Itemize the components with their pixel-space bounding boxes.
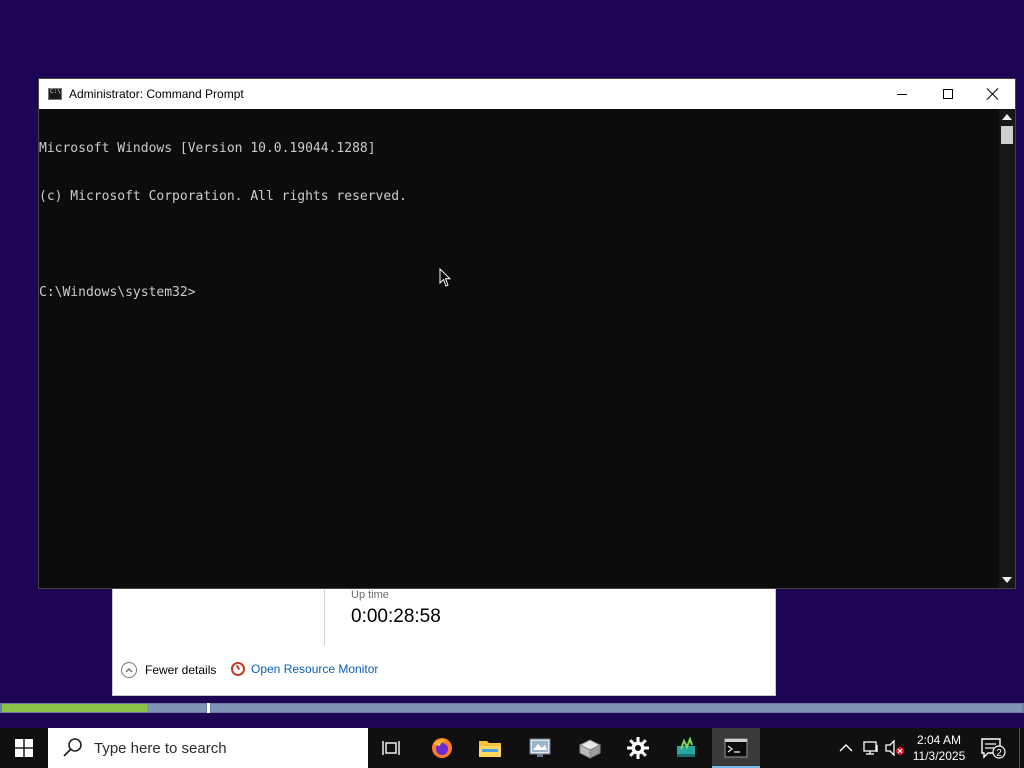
windows-logo-icon (15, 739, 33, 757)
vm-manager-taskbar-button[interactable] (516, 728, 564, 768)
action-center-button[interactable]: 2 (978, 728, 1008, 768)
search-placeholder: Type here to search (94, 739, 227, 757)
settings-gear-icon (627, 737, 649, 759)
panel-divider (324, 589, 325, 645)
command-prompt-window[interactable]: Administrator: Command Prompt Microsoft … (38, 78, 1016, 589)
arrow-down-icon (1002, 577, 1012, 583)
resource-monitor-icon (231, 662, 245, 676)
volume-muted-icon (885, 740, 904, 756)
start-button[interactable] (0, 728, 48, 768)
notification-icon: 2 (981, 738, 1006, 759)
console-line: (c) Microsoft Corporation. All rights re… (39, 189, 407, 204)
package-taskbar-button[interactable] (566, 728, 614, 768)
arrow-up-icon (1002, 114, 1012, 120)
open-resource-monitor-link[interactable]: Open Resource Monitor (231, 662, 378, 676)
scroll-up-button[interactable] (999, 109, 1015, 125)
task-view-button[interactable] (368, 728, 416, 768)
vm-manager-icon (529, 738, 551, 757)
task-view-icon (382, 741, 400, 755)
settings-taskbar-button[interactable] (614, 728, 662, 768)
clock-date: 11/3/2025 (912, 749, 966, 763)
firefox-taskbar-button[interactable] (418, 728, 466, 768)
task-manager-footer: Fewer details Open Resource Monitor (113, 659, 775, 685)
search-icon (62, 737, 84, 759)
progress-gap (207, 703, 210, 713)
title-bar[interactable]: Administrator: Command Prompt (39, 79, 1015, 109)
clock-time: 2:04 AM (916, 733, 962, 747)
volume-button[interactable] (884, 728, 906, 768)
open-resource-monitor-label: Open Resource Monitor (251, 662, 379, 676)
show-desktop-button[interactable] (1019, 728, 1020, 768)
progress-fill (2, 704, 147, 712)
uptime-label: Up time (351, 589, 389, 601)
console-line: Microsoft Windows [Version 10.0.19044.12… (39, 141, 376, 156)
fewer-details-label: Fewer details (145, 663, 217, 677)
scroll-down-button[interactable] (999, 572, 1015, 588)
maximize-button[interactable] (925, 79, 971, 109)
package-icon (578, 739, 602, 759)
task-manager-window: Up time 0:00:28:58 Fewer details Open Re… (112, 588, 776, 696)
close-icon (987, 88, 999, 100)
close-button[interactable] (970, 79, 1016, 109)
maximize-icon (943, 89, 953, 99)
command-prompt-taskbar-button[interactable] (712, 728, 760, 768)
taskbar: Type here to search 2:04 AM 11/3/2025 2 (0, 728, 1024, 768)
window-title: Administrator: Command Prompt (69, 87, 244, 101)
file-explorer-taskbar-button[interactable] (466, 728, 514, 768)
clock[interactable]: 2:04 AM 11/3/2025 (908, 728, 970, 768)
notification-count: 2 (996, 748, 1002, 759)
progress-strip (0, 703, 1024, 713)
show-hidden-icons-button[interactable] (836, 728, 856, 768)
chevron-up-icon (839, 744, 853, 752)
vertical-scrollbar[interactable] (999, 109, 1015, 588)
app-icon (677, 737, 695, 757)
console-output[interactable]: Microsoft Windows [Version 10.0.19044.12… (39, 109, 999, 588)
network-icon (863, 741, 878, 755)
command-prompt-icon (724, 738, 748, 758)
search-box[interactable]: Type here to search (48, 728, 368, 768)
console-prompt[interactable]: C:\Windows\system32> (39, 285, 999, 301)
fewer-details-button[interactable]: Fewer details (121, 662, 216, 678)
scrollbar-thumb[interactable] (1001, 126, 1013, 144)
command-prompt-icon (48, 88, 62, 100)
minimize-button[interactable] (879, 79, 925, 109)
network-button[interactable] (860, 728, 882, 768)
firefox-icon (432, 738, 452, 758)
minimize-icon (897, 93, 907, 95)
chevron-up-icon (121, 662, 137, 678)
file-explorer-icon (479, 741, 501, 757)
uptime-value: 0:00:28:58 (351, 606, 441, 627)
progress-track-secondary (211, 704, 1022, 712)
app-taskbar-button[interactable] (662, 728, 710, 768)
